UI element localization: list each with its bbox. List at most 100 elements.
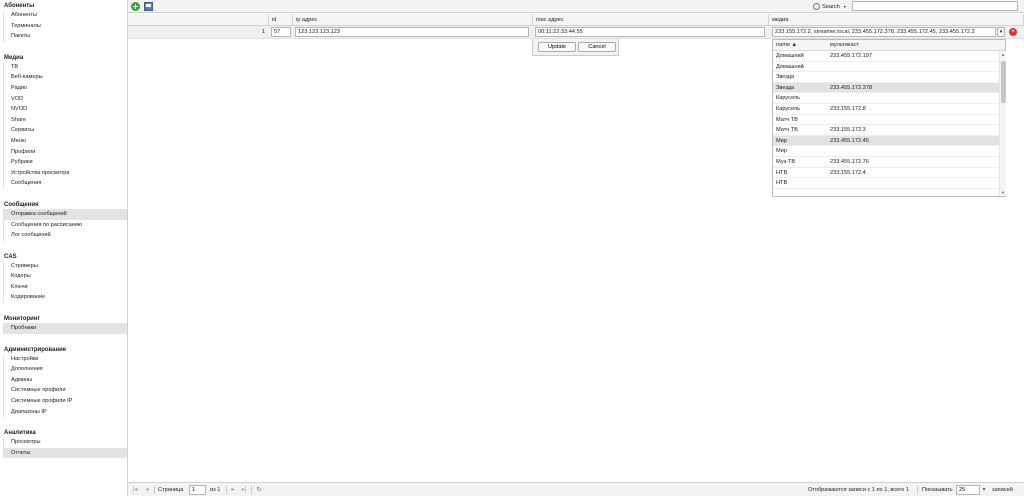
- dropdown-column-multicast[interactable]: мультикаст: [827, 40, 859, 51]
- search-control[interactable]: Search ▾: [813, 2, 846, 11]
- sidebar-group: Сообщения Отправка сообщений Сообщения по …: [0, 199, 127, 241]
- sidebar-item[interactable]: Рубрики: [3, 157, 127, 168]
- pager-divider: [154, 486, 155, 494]
- sidebar-item[interactable]: Системные профили IP: [3, 396, 127, 407]
- sidebar-item[interactable]: NVOD: [3, 104, 127, 115]
- sidebar-item[interactable]: Ключи: [3, 281, 127, 293]
- sidebar-item[interactable]: Дополнения: [3, 364, 127, 375]
- sidebar-item[interactable]: Стримеры: [3, 260, 127, 272]
- sidebar-item[interactable]: Радио: [3, 82, 127, 94]
- save-icon[interactable]: [144, 2, 153, 11]
- sidebar-item[interactable]: Настройки: [3, 353, 127, 365]
- column-header-media[interactable]: медиа: [768, 14, 1024, 26]
- last-page-icon[interactable]: ▸|: [240, 486, 248, 494]
- sidebar-item[interactable]: Профили: [3, 146, 127, 158]
- remove-icon[interactable]: ×: [1009, 28, 1017, 36]
- id-field[interactable]: 57: [271, 27, 291, 37]
- sidebar-item[interactable]: Устройства просмотра: [3, 167, 127, 179]
- refresh-icon[interactable]: ↻: [255, 486, 263, 494]
- sidebar-item[interactable]: Отчеты: [3, 447, 127, 459]
- sidebar-group-title: Медиа: [4, 54, 24, 61]
- sidebar-item[interactable]: Сообщения по расписанию: [3, 219, 127, 231]
- sidebar-item[interactable]: Терминалы: [3, 20, 127, 32]
- dropdown-row[interactable]: Матч ТВ: [773, 115, 999, 126]
- toolbar: Search ▾: [128, 0, 1024, 13]
- sidebar-item[interactable]: Пробники: [3, 323, 127, 334]
- sidebar-group-title: Администрирование: [4, 346, 67, 353]
- mac-field[interactable]: 00:11:22:33:44:55: [535, 27, 765, 37]
- add-icon[interactable]: [131, 2, 140, 11]
- page-input[interactable]: [189, 485, 206, 495]
- sidebar-group-title: Мониторинг: [4, 316, 40, 323]
- channel-name: Карусель: [776, 95, 801, 102]
- dropdown-row[interactable]: Домашний 233.455.172.197: [773, 51, 999, 62]
- dropdown-row[interactable]: Домашний: [773, 62, 999, 73]
- cancel-button[interactable]: Cancel: [578, 42, 616, 52]
- channel-name: Мир: [776, 148, 787, 155]
- column-header-ip[interactable]: ip адрес: [292, 14, 532, 26]
- column-header-id[interactable]: id: [268, 14, 292, 26]
- channel-name: НТВ: [776, 169, 788, 176]
- sidebar-item[interactable]: ТВ: [3, 61, 127, 73]
- scroll-up-icon[interactable]: ▲: [1001, 52, 1005, 57]
- dropdown-scrollbar[interactable]: ▲ ▼: [999, 51, 1006, 196]
- update-button[interactable]: Update: [538, 42, 576, 52]
- scroll-down-icon[interactable]: ▼: [1001, 190, 1005, 195]
- dropdown-row[interactable]: НТВ 233.155.172.4: [773, 168, 999, 179]
- media-dropdown-trigger[interactable]: ▾: [997, 27, 1005, 37]
- dropdown-row[interactable]: Звезда: [773, 72, 999, 83]
- channel-name: Муз-ТВ: [776, 158, 796, 165]
- dropdown-row[interactable]: Звезда 233.455.172.378: [773, 82, 999, 94]
- sidebar-item[interactable]: Меню: [3, 135, 127, 147]
- sidebar-item[interactable]: Системные профили: [3, 385, 127, 397]
- sidebar: Абоненты Абоненты Терминалы Пакеты Медиа ТВ Ве…: [0, 0, 128, 496]
- dropdown-rows: Домашний 233.455.172.197 Домашний Звезда Зве…: [773, 51, 999, 189]
- records-summary: Отображаются записи с 1 по 1, всего 1: [808, 487, 909, 493]
- dropdown-row[interactable]: Карусель 233.155.172.8: [773, 104, 999, 115]
- dropdown-column-name[interactable]: name ▲: [773, 40, 797, 51]
- page-size-input[interactable]: [956, 485, 980, 495]
- prev-page-icon[interactable]: ◂: [143, 486, 151, 494]
- ip-field[interactable]: 123.123.123.123: [295, 27, 529, 37]
- sidebar-item[interactable]: Кодеры: [3, 271, 127, 282]
- dropdown-row[interactable]: Матч ТВ 233.155.172.3: [773, 125, 999, 136]
- sidebar-item[interactable]: Пакеты: [3, 31, 127, 42]
- chevron-down-icon[interactable]: ▾: [980, 486, 988, 494]
- search-input[interactable]: [852, 1, 1018, 11]
- row-editor-buttons: Update Cancel: [532, 39, 619, 56]
- sidebar-item[interactable]: Просмотры: [3, 437, 127, 448]
- channel-multicast: 233.155.172.4: [830, 169, 866, 176]
- sidebar-item[interactable]: Share: [3, 114, 127, 126]
- dropdown-row[interactable]: Мир: [773, 146, 999, 157]
- first-page-icon[interactable]: |◂: [131, 486, 139, 494]
- search-label[interactable]: Search: [822, 4, 840, 10]
- search-icon: [813, 3, 820, 10]
- dropdown-row[interactable]: Карусель: [773, 93, 999, 104]
- records-label: записей: [992, 487, 1013, 493]
- channel-multicast: 233.455.172.76: [830, 158, 869, 165]
- sidebar-item[interactable]: Отправка сообщений: [3, 208, 127, 220]
- dropdown-row[interactable]: НТВ: [773, 178, 999, 189]
- media-field[interactable]: 233.155.172.2, streamer.local, 233.455.1…: [772, 27, 996, 37]
- sidebar-item[interactable]: Админы: [3, 374, 127, 386]
- dropdown-row[interactable]: Муз-ТВ 233.455.172.76: [773, 157, 999, 168]
- scrollbar-thumb[interactable]: [1001, 61, 1006, 103]
- sidebar-group: Аналитика Просмотры Отчеты: [0, 427, 127, 459]
- sidebar-item[interactable]: VOD: [3, 93, 127, 105]
- next-page-icon[interactable]: ▸: [229, 486, 237, 494]
- sidebar-item[interactable]: Сервисы: [3, 125, 127, 136]
- sidebar-item[interactable]: Кодирование: [3, 292, 127, 304]
- sidebar-item[interactable]: Сообщения: [3, 178, 127, 189]
- sidebar-item[interactable]: Абоненты: [3, 10, 127, 21]
- sidebar-item[interactable]: Лог сообщений: [3, 230, 127, 241]
- channel-name: Домашний: [776, 53, 804, 59]
- dropdown-row[interactable]: Мир 233.455.172.45: [773, 135, 999, 147]
- column-header-mac[interactable]: mac адрес: [532, 14, 768, 26]
- sidebar-item[interactable]: Веб-камеры: [3, 72, 127, 83]
- sidebar-item[interactable]: Диапазоны IP: [3, 406, 127, 418]
- channel-name: НТВ: [776, 180, 788, 187]
